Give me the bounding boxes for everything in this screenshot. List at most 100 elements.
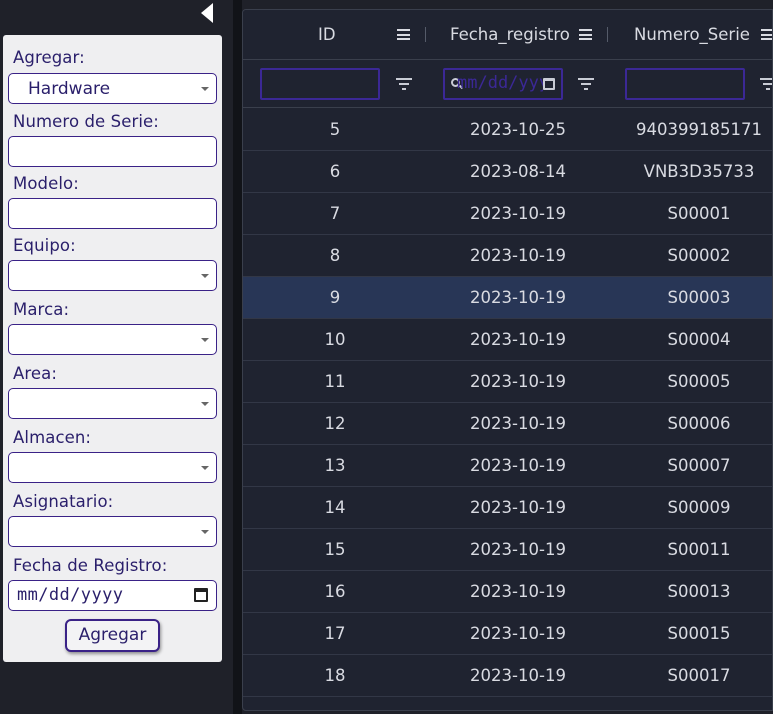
cell-fecha-registro: 2023-10-19 [470,498,566,517]
cell-numero-serie: VNB3D35733 [643,162,755,181]
cell-fecha-registro: 2023-10-19 [470,288,566,307]
cell-numero-serie: S00006 [667,414,731,433]
numero-serie-label: Numero de Serie: [13,112,159,131]
numero-serie-input[interactable] [8,136,217,167]
asignatario-select[interactable] [8,516,217,547]
filter-icon[interactable] [760,78,772,90]
cell-numero-serie: S00007 [667,456,731,475]
cell-fecha-registro: 2023-10-19 [470,330,566,349]
grid-header: ID Fecha_registro Numero_Serie [243,10,772,60]
table-row[interactable]: 13 2023-10-19 S00007 [243,445,772,487]
table-row[interactable]: 12 2023-10-19 S00006 [243,403,772,445]
marca-select[interactable] [8,324,217,355]
add-form-panel: Agregar: Hardware Numero de Serie: Model… [3,35,222,662]
grid-body: 5 2023-10-25 940399185171 6 2023-08-14 VNB3D3… [243,109,772,697]
calendar-icon[interactable] [543,78,555,90]
column-menu-icon-fecha-registro[interactable] [579,29,592,40]
collapse-sidebar-icon[interactable] [198,2,218,24]
column-header-fecha-registro[interactable]: Fecha_registro [450,10,570,60]
table-row[interactable]: 7 2023-10-19 S00001 [243,193,772,235]
cell-fecha-registro: 2023-10-19 [470,414,566,433]
id-filter-input[interactable] [260,68,380,100]
fecha-registro-input[interactable]: mm/dd/yyyy [8,580,217,611]
cell-fecha-registro: 2023-10-19 [470,246,566,265]
cell-fecha-registro: 2023-10-19 [470,456,566,475]
fecha-registro-placeholder: mm/dd/yyyy [17,585,124,605]
fecha-registro-label: Fecha de Registro: [13,556,168,575]
cell-id: 15 [324,540,346,559]
column-header-id[interactable]: ID [318,10,336,60]
table-row[interactable]: 9 2023-10-19 S00003 [243,277,772,319]
table-row[interactable]: 17 2023-10-19 S00015 [243,613,772,655]
cell-id: 12 [324,414,346,433]
cell-numero-serie: S00004 [667,330,731,349]
cell-numero-serie: S00005 [667,372,731,391]
cell-id: 10 [324,330,346,349]
column-menu-icon-id[interactable] [397,29,410,40]
table-row[interactable]: 16 2023-10-19 S00013 [243,571,772,613]
cell-id: 9 [329,288,341,307]
area-label: Area: [13,364,58,383]
calendar-icon[interactable] [194,588,208,602]
cell-id: 5 [329,120,341,139]
equipo-label: Equipo: [13,236,76,255]
cell-fecha-registro: 2023-10-19 [470,582,566,601]
cell-numero-serie: S00003 [667,288,731,307]
filter-icon[interactable] [396,78,412,90]
asignatario-label: Asignatario: [13,492,114,511]
marca-label: Marca: [13,300,70,319]
table-row[interactable]: 11 2023-10-19 S00005 [243,361,772,403]
numero-serie-filter-input[interactable] [625,68,745,100]
cell-fecha-registro: 2023-10-25 [470,120,566,139]
cell-numero-serie: S00001 [667,204,731,223]
table-row[interactable]: 8 2023-10-19 S00002 [243,235,772,277]
modelo-label: Modelo: [13,174,79,193]
cell-fecha-registro: 2023-10-19 [470,372,566,391]
cell-id: 7 [329,204,341,223]
cell-id: 13 [324,456,346,475]
data-grid: ID Fecha_registro Numero_Serie mm/dd/yyy… [242,9,773,711]
table-row[interactable]: 14 2023-10-19 S00009 [243,487,772,529]
cell-id: 18 [324,666,346,685]
fecha-filter-input[interactable]: mm/dd/yyyy [443,68,563,100]
almacen-select[interactable] [8,452,217,483]
equipo-select[interactable] [8,260,217,291]
cell-fecha-registro: 2023-08-14 [470,162,566,181]
cell-numero-serie: S00002 [667,246,731,265]
cell-numero-serie: S00011 [667,540,731,559]
cell-id: 6 [329,162,341,181]
filter-icon[interactable] [578,78,594,90]
area-select[interactable] [8,388,217,419]
cell-id: 8 [329,246,341,265]
column-separator[interactable] [607,27,608,42]
table-row[interactable]: 10 2023-10-19 S00004 [243,319,772,361]
agregar-select[interactable]: Hardware [8,73,217,104]
cell-id: 16 [324,582,346,601]
panel-divider [233,0,242,714]
cell-id: 17 [324,624,346,643]
column-menu-icon-numero-serie[interactable] [761,29,772,40]
agregar-label: Agregar: [13,48,85,67]
cell-numero-serie: S00013 [667,582,731,601]
agregar-button[interactable]: Agregar [65,619,160,652]
cell-fecha-registro: 2023-10-19 [470,624,566,643]
fecha-filter-placeholder: mm/dd/yyyy [457,73,543,93]
table-row[interactable]: 6 2023-08-14 VNB3D35733 [243,151,772,193]
cell-numero-serie: 940399185171 [636,120,762,139]
cell-id: 11 [324,372,346,391]
table-row[interactable]: 18 2023-10-19 S00017 [243,655,772,697]
cell-numero-serie: S00009 [667,498,731,517]
modelo-input[interactable] [8,198,217,229]
cell-numero-serie: S00017 [667,666,731,685]
cell-fecha-registro: 2023-10-19 [470,666,566,685]
cell-fecha-registro: 2023-10-19 [470,540,566,559]
column-separator[interactable] [425,27,426,42]
cell-id: 14 [324,498,346,517]
cell-numero-serie: S00015 [667,624,731,643]
cell-fecha-registro: 2023-10-19 [470,204,566,223]
filter-row: mm/dd/yyyy [243,60,772,108]
table-row[interactable]: 15 2023-10-19 S00011 [243,529,772,571]
almacen-label: Almacen: [13,428,92,447]
column-header-numero-serie[interactable]: Numero_Serie [634,10,750,60]
table-row[interactable]: 5 2023-10-25 940399185171 [243,109,772,151]
